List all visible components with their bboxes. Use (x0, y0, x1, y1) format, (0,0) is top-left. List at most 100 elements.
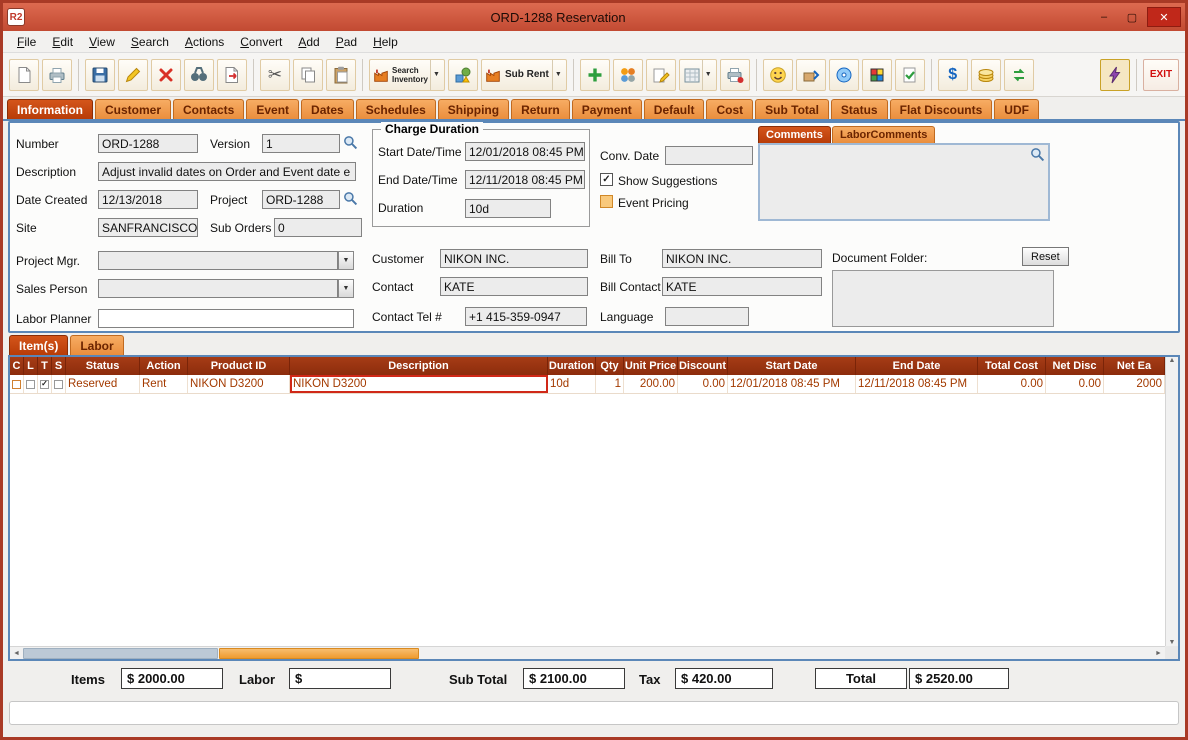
shapes-button[interactable] (447, 58, 478, 91)
search-icon[interactable] (343, 191, 358, 211)
row-product-id[interactable]: NIKON D3200 (188, 375, 290, 393)
col-header-status[interactable]: Status (66, 357, 140, 375)
tab-event[interactable]: Event (246, 99, 300, 119)
tab-labor[interactable]: Labor (70, 335, 124, 355)
bill-contact-field[interactable]: KATE (662, 277, 822, 296)
tab-contacts[interactable]: Contacts (173, 99, 245, 119)
col-header-description[interactable]: Description (290, 357, 548, 375)
sub-orders-field[interactable]: 0 (274, 218, 362, 237)
copy-button[interactable] (293, 58, 323, 91)
row-end-date[interactable]: 12/11/2018 08:45 PM (856, 375, 978, 393)
tab-shipping[interactable]: Shipping (437, 99, 510, 119)
exit-button[interactable]: EXIT (1143, 58, 1179, 91)
row-status[interactable]: Reserved (66, 375, 140, 393)
col-header-end-date[interactable]: End Date (856, 357, 978, 375)
search-icon[interactable] (1030, 147, 1045, 167)
tab-information[interactable]: Information (7, 99, 93, 119)
col-header-c[interactable]: C (10, 357, 24, 375)
tab-schedules[interactable]: Schedules (355, 99, 436, 119)
delete-button[interactable] (151, 58, 181, 91)
group-button[interactable] (612, 58, 643, 91)
scroll-down-icon[interactable]: ▼ (1169, 639, 1176, 646)
col-header-l[interactable]: L (24, 357, 38, 375)
menu-pad[interactable]: Pad (328, 33, 365, 51)
tab-dates[interactable]: Dates (301, 99, 354, 119)
save-button[interactable] (85, 58, 115, 91)
project-mgr-field[interactable] (98, 251, 338, 270)
row-start-date[interactable]: 12/01/2018 08:45 PM (728, 375, 856, 393)
tab-cost[interactable]: Cost (706, 99, 754, 119)
grid-button[interactable]: ▼ (678, 58, 717, 91)
menu-file[interactable]: File (9, 33, 44, 51)
tab-comments[interactable]: Comments (758, 126, 831, 143)
chevron-down-icon[interactable]: ▼ (430, 59, 442, 90)
contact-field[interactable]: KATE (440, 277, 588, 296)
cut-button[interactable]: ✂ (260, 58, 290, 91)
paste-button[interactable] (326, 58, 356, 91)
scroll-track[interactable] (23, 647, 1152, 659)
export-button[interactable] (217, 58, 247, 91)
row-checkbox-c[interactable] (10, 375, 24, 393)
tab-default[interactable]: Default (643, 99, 705, 119)
print-button[interactable] (42, 58, 72, 91)
project-field[interactable]: ORD-1288 (262, 190, 340, 209)
row-total-cost[interactable]: 0.00 (978, 375, 1046, 393)
show-suggestions-checkbox[interactable]: ✓ (600, 173, 613, 186)
edit-note-button[interactable] (645, 58, 676, 91)
project-mgr-dropdown[interactable]: ▼ (338, 251, 354, 270)
duration-field[interactable]: 10d (465, 199, 551, 218)
new-button[interactable] (9, 58, 39, 91)
col-header-net-ea[interactable]: Net Ea (1104, 357, 1165, 375)
tax-field[interactable]: $ 420.00 (675, 668, 773, 689)
row-checkbox-t[interactable]: ✓ (38, 375, 52, 393)
col-header-qty[interactable]: Qty (596, 357, 624, 375)
conv-date-field[interactable] (665, 146, 753, 165)
tab-status[interactable]: Status (830, 99, 888, 119)
comments-textarea[interactable] (758, 143, 1050, 221)
row-description[interactable]: NIKON D3200 (290, 375, 548, 393)
col-header-unit-price[interactable]: Unit Price (624, 357, 678, 375)
scroll-segment[interactable] (23, 647, 218, 659)
row-discount[interactable]: 0.00 (678, 375, 728, 393)
tab-sub-total[interactable]: Sub Total (755, 99, 829, 119)
tab-items[interactable]: Item(s) (9, 335, 69, 355)
language-field[interactable] (665, 307, 749, 326)
row-checkbox-s[interactable] (52, 375, 66, 393)
add-button[interactable] (579, 58, 610, 91)
sub-rent-button[interactable]: Sub Rent ▼ (480, 58, 567, 91)
total-field[interactable]: $ 2520.00 (909, 668, 1009, 689)
chevron-down-icon[interactable]: ▼ (551, 59, 564, 90)
col-header-net-disc[interactable]: Net Disc (1046, 357, 1104, 375)
end-date-field[interactable]: 12/11/2018 08:45 PM (465, 170, 585, 189)
row-duration[interactable]: 10d (548, 375, 596, 393)
table-row[interactable]: ✓ Reserved Rent NIKON D3200 NIKON D3200 … (10, 375, 1165, 394)
scroll-left-icon[interactable]: ◄ (10, 647, 23, 660)
horizontal-scrollbar[interactable]: ◄ ► (10, 646, 1165, 659)
maximize-button[interactable]: ▢ (1119, 7, 1145, 27)
tab-customer[interactable]: Customer (95, 99, 172, 119)
vertical-scrollbar[interactable]: ▲ ▼ (1165, 357, 1178, 646)
search-inventory-button[interactable]: Search Inventory ▼ (369, 58, 445, 91)
row-qty[interactable]: 1 (596, 375, 624, 393)
sales-person-field[interactable] (98, 279, 338, 298)
money-button[interactable] (970, 58, 1001, 91)
col-header-t[interactable]: T (38, 357, 52, 375)
col-header-duration[interactable]: Duration (548, 357, 596, 375)
print-id-button[interactable] (719, 58, 750, 91)
find-button[interactable] (184, 58, 214, 91)
bill-to-field[interactable]: NIKON INC. (662, 249, 822, 268)
minimize-button[interactable]: – (1091, 7, 1117, 27)
col-header-product-id[interactable]: Product ID (188, 357, 290, 375)
date-created-field[interactable]: 12/13/2018 (98, 190, 198, 209)
row-net-ea[interactable]: 2000 (1104, 375, 1165, 393)
site-field[interactable]: SANFRANCISCO (98, 218, 198, 237)
row-unit-price[interactable]: 200.00 (624, 375, 678, 393)
col-header-total-cost[interactable]: Total Cost (978, 357, 1046, 375)
row-action[interactable]: Rent (140, 375, 188, 393)
sales-person-dropdown[interactable]: ▼ (338, 279, 354, 298)
tab-payment[interactable]: Payment (571, 99, 642, 119)
tab-return[interactable]: Return (511, 99, 570, 119)
search-icon[interactable] (343, 135, 358, 155)
start-date-field[interactable]: 12/01/2018 08:45 PM (465, 142, 585, 161)
price-button[interactable]: $ (937, 58, 968, 91)
